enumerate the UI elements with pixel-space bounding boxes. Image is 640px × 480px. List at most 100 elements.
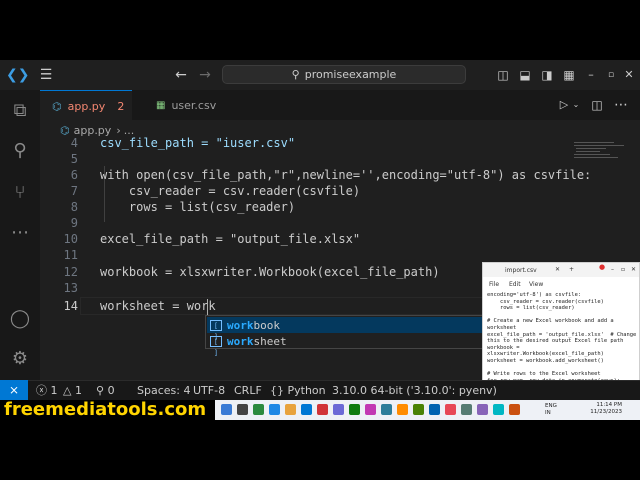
app-icon[interactable] (413, 404, 424, 415)
problems-indicator[interactable]: ⓧ 1 △ 1 (36, 381, 82, 400)
line-number: 7 (70, 184, 78, 198)
split-editor-icon[interactable]: ◫ (588, 90, 606, 120)
app-icon[interactable] (461, 404, 472, 415)
app-icon[interactable] (493, 404, 504, 415)
remote-indicator-icon[interactable]: ⨯ (0, 380, 28, 400)
app-icon[interactable] (429, 404, 440, 415)
search-icon[interactable] (237, 404, 248, 415)
autocomplete-suggestions: [ ] work book [ ] work sheet (205, 315, 495, 357)
app-icon[interactable] (349, 404, 360, 415)
suggestion-item[interactable]: [ ] work sheet (207, 333, 493, 357)
line-number: 5 (70, 152, 78, 166)
customize-layout-icon[interactable]: ▦ (560, 60, 578, 90)
app-icon[interactable] (445, 404, 456, 415)
line-number: 6 (70, 168, 78, 182)
app-icon[interactable] (477, 404, 488, 415)
chevron-down-icon[interactable]: ⌄ (570, 90, 582, 120)
interpreter-indicator[interactable]: 3.10.0 64-bit ('3.10.0': pyenv) (332, 381, 497, 400)
error-icon: ⓧ (36, 384, 47, 397)
line-number: 8 (70, 200, 78, 214)
edge-icon[interactable] (269, 404, 280, 415)
folder-icon[interactable] (285, 404, 296, 415)
notepad-text[interactable]: encoding='utf-8') as csvfile: csv_reader… (487, 292, 639, 391)
close-window-icon[interactable]: ✕ (631, 266, 636, 273)
line-number: 10 (63, 232, 78, 246)
variable-icon: [ ] (210, 319, 222, 341)
line-number: 12 (63, 265, 78, 279)
eol-indicator[interactable]: CRLF (234, 381, 262, 400)
notepad-menu: File Edit View (483, 279, 639, 289)
menu-view[interactable]: View (529, 281, 543, 288)
editor-tabs: ⌬ app.py 2 ▦ user.csv ▷ ⌄ ◫ ⋯ (40, 90, 640, 121)
maximize-icon[interactable]: ▫ (604, 60, 618, 90)
csv-file-icon: ▦ (156, 99, 166, 111)
code-line[interactable]: workbook = xlsxwriter.Workbook(excel_fil… (100, 264, 440, 280)
app-icon[interactable] (509, 404, 520, 415)
code-line[interactable]: csv_file_path = "iuser.csv" (100, 135, 295, 151)
warning-icon: △ (63, 384, 72, 397)
more-icon[interactable]: ⋯ (0, 222, 40, 243)
record-icon: ● (599, 263, 606, 271)
tab-user-csv[interactable]: ▦ user.csv (140, 90, 240, 120)
start-icon[interactable] (221, 404, 232, 415)
line-number: 11 (63, 248, 78, 262)
maximize-icon[interactable]: ▫ (621, 266, 625, 273)
close-window-icon[interactable]: ✕ (622, 60, 636, 90)
minimize-icon[interactable]: – (584, 60, 598, 90)
indentation-indicator[interactable]: Spaces: 4 (137, 381, 190, 400)
toggle-panel-icon[interactable]: ⬓ (516, 60, 534, 90)
variable-icon: [ ] (210, 335, 222, 357)
activity-bar: ⧉ ⚲ ⑂ ⋯ ◯ ⚙ (0, 90, 40, 380)
code-line-active[interactable]: worksheet = work (100, 298, 216, 314)
back-arrow-icon[interactable]: ← (172, 60, 190, 90)
ports-indicator[interactable]: ⚲ 0 (96, 381, 115, 400)
close-tab-icon[interactable]: ✕ (555, 266, 560, 273)
suggestion-item[interactable]: [ ] work book (207, 317, 493, 341)
app-icon[interactable] (365, 404, 376, 415)
tab-app-py[interactable]: ⌬ app.py 2 (40, 90, 132, 121)
explorer-icon[interactable]: ⧉ (0, 100, 40, 121)
app-icon[interactable] (253, 404, 264, 415)
workspace-name: promiseexample (304, 68, 397, 81)
account-icon[interactable]: ◯ (0, 308, 40, 329)
settings-gear-icon[interactable]: ⚙ (0, 348, 40, 369)
app-icon[interactable] (381, 404, 392, 415)
menu-file[interactable]: File (489, 281, 499, 288)
app-icon[interactable] (317, 404, 328, 415)
code-line[interactable]: csv_reader = csv.reader(csvfile) (100, 183, 360, 199)
new-tab-icon[interactable]: + (569, 266, 574, 273)
command-center-search[interactable]: ⚲ promiseexample (222, 65, 466, 84)
line-number-active: 14 (63, 299, 78, 313)
notepad-tab-title[interactable]: import.csv (505, 267, 537, 274)
line-number: 13 (63, 281, 78, 295)
windows-taskbar: ENG IN 11:14 PM 11/23/2023 (215, 400, 640, 420)
encoding-indicator[interactable]: UTF-8 (193, 381, 225, 400)
language-indicator[interactable]: {} Python (270, 381, 326, 400)
code-line[interactable]: rows = list(csv_reader) (100, 199, 295, 215)
forward-arrow-icon[interactable]: → (196, 60, 214, 90)
braces-icon: {} (270, 384, 284, 397)
vscode-logo-icon: ❮❯ (6, 67, 30, 83)
vscode-taskbar-icon[interactable] (301, 404, 312, 415)
code-line[interactable]: with open(csv_file_path,"r",newline='',e… (100, 167, 591, 183)
line-number: 9 (70, 216, 78, 230)
menu-icon[interactable]: ☰ (36, 60, 56, 90)
source-control-icon[interactable]: ⑂ (0, 182, 40, 203)
search-icon[interactable]: ⚲ (0, 140, 40, 161)
problems-badge: 2 (117, 99, 125, 113)
minimize-icon[interactable]: – (611, 266, 614, 273)
app-icon[interactable] (397, 404, 408, 415)
minimap[interactable] (572, 140, 630, 260)
tab-label: user.csv (171, 98, 217, 112)
code-line[interactable]: excel_file_path = "output_file.xlsx" (100, 231, 360, 247)
app-icon[interactable] (333, 404, 344, 415)
language-indicator[interactable]: ENG IN (545, 403, 557, 417)
system-clock[interactable]: 11:14 PM 11/23/2023 (590, 402, 622, 416)
more-actions-icon[interactable]: ⋯ (612, 90, 630, 120)
ports-icon: ⚲ (96, 384, 105, 397)
menu-edit[interactable]: Edit (509, 281, 521, 288)
toggle-secondary-sidebar-icon[interactable]: ◨ (538, 60, 556, 90)
line-number: 4 (70, 136, 78, 150)
status-bar: ⓧ 1 △ 1 ⚲ 0 Spaces: 4 UTF-8 CRLF {} Pyth… (0, 380, 640, 400)
toggle-sidebar-icon[interactable]: ◫ (494, 60, 512, 90)
